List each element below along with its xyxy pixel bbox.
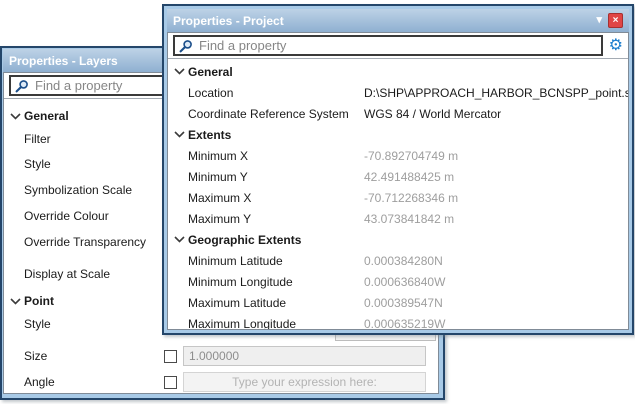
property-value: 0.000384280N [364,254,628,268]
property-label: Maximum Y [188,212,364,226]
project-search-row: ⚙ [168,33,628,59]
item-label: Style [24,157,51,171]
item-label: Symbolization Scale [24,183,132,197]
chevron-down-icon[interactable] [168,131,188,138]
project-section-geographic-extents[interactable]: Geographic Extents [168,229,628,250]
project-section-general[interactable]: General [168,61,628,82]
application-area: Properties - Layers [0,0,635,404]
property-row-max-y[interactable]: Maximum Y 43.073841842 m [168,208,628,229]
properties-project-panel: Properties - Project ▾ × ⚙ [162,4,634,335]
property-label: Maximum Longitude [188,317,364,330]
property-value: -70.712268346 m [364,191,628,205]
chevron-down-icon[interactable] [168,68,188,75]
section-label: General [188,65,233,79]
project-panel-titlebar[interactable]: Properties - Project ▾ × [167,9,629,32]
property-value: 42.491488425 m [364,170,628,184]
item-label: Override Transparency [24,235,146,249]
angle-checkbox[interactable] [164,376,177,389]
project-search-input[interactable] [199,38,597,53]
property-value: 0.000636840W [364,275,628,289]
chevron-down-icon[interactable] [168,236,188,243]
gear-icon[interactable]: ⚙ [609,38,623,54]
chevron-down-icon[interactable] [4,113,24,120]
property-label: Minimum X [188,149,364,163]
item-label: Display at Scale [24,267,110,281]
property-label: Maximum X [188,191,364,205]
project-panel-title: Properties - Project [173,14,284,28]
property-value: 0.000635219W [364,317,628,330]
layers-item-size: Size [4,343,438,369]
section-label: Geographic Extents [188,233,301,247]
project-section-extents[interactable]: Extents [168,124,628,145]
project-search-box[interactable] [173,35,603,56]
property-row-location[interactable]: Location D:\SHP\APPROACH_HARBOR_BCNSPP_p… [168,82,628,103]
property-row-min-lon[interactable]: Minimum Longitude 0.000636840W [168,271,628,292]
property-value: 0.000389547N [364,296,628,310]
size-value-input[interactable] [183,346,426,366]
project-panel-frame: Properties - Project ▾ × ⚙ [162,4,634,335]
layers-panel-title: Properties - Layers [9,54,118,68]
property-value: 43.073841842 m [364,212,628,226]
item-label: Style [24,317,51,331]
property-label: Minimum Longitude [188,275,364,289]
chevron-down-icon[interactable] [4,298,24,305]
project-property-list: General Location D:\SHP\APPROACH_HARBOR_… [168,59,628,329]
size-checkbox[interactable] [164,350,177,363]
search-icon [15,79,29,93]
property-label: Coordinate Reference System [188,107,364,121]
chevron-down-icon[interactable]: ▾ [596,15,602,26]
property-row-min-lat[interactable]: Minimum Latitude 0.000384280N [168,250,628,271]
property-label: Location [188,86,364,100]
item-label: Filter [24,132,51,146]
section-label: Point [24,294,54,308]
property-label: Maximum Latitude [188,296,364,310]
property-label: Minimum Y [188,170,364,184]
property-row-max-lat[interactable]: Maximum Latitude 0.000389547N [168,292,628,313]
property-row-max-x[interactable]: Maximum X -70.712268346 m [168,187,628,208]
item-label: Angle [24,375,164,389]
property-row-min-y[interactable]: Minimum Y 42.491488425 m [168,166,628,187]
item-label: Size [24,349,164,363]
section-label: General [24,109,69,123]
property-value: D:\SHP\APPROACH_HARBOR_BCNSPP_point.shp [364,86,628,100]
section-label: Extents [188,128,231,142]
item-label: Override Colour [24,209,109,223]
close-icon[interactable]: × [608,13,623,28]
property-label: Minimum Latitude [188,254,364,268]
property-value: -70.892704749 m [364,149,628,163]
project-panel-content: ⚙ General Location D:\SHP\APPROACH_HARBO… [167,32,629,330]
angle-expression-input[interactable] [183,372,426,392]
property-row-crs[interactable]: Coordinate Reference System WGS 84 / Wor… [168,103,628,124]
search-icon [179,39,193,53]
property-row-max-lon[interactable]: Maximum Longitude 0.000635219W [168,313,628,329]
property-row-min-x[interactable]: Minimum X -70.892704749 m [168,145,628,166]
property-value: WGS 84 / World Mercator [364,107,628,121]
layers-item-angle: Angle [4,369,438,393]
